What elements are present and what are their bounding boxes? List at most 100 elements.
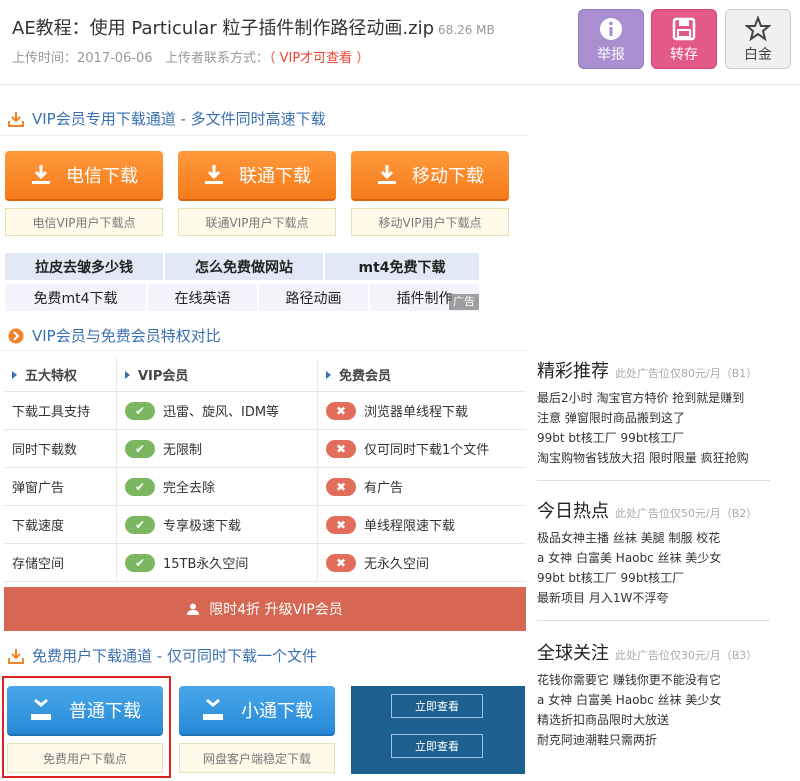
- sidebar-title: 全球关注: [537, 643, 609, 664]
- table-row: 下载工具支持 ✔ 迅雷、旋风、IDM等 ✖ 浏览器单线程下载: [4, 392, 526, 430]
- floppy-disk-icon: [672, 17, 696, 41]
- sidebar-heading: 今日热点 此处广告位仅50元/月（B2）: [537, 497, 767, 523]
- download-tray-icon: [8, 111, 24, 127]
- sidebar-block-hot: 今日热点 此处广告位仅50元/月（B2） 极品女神主播 丝袜 美腿 制服 校花 a…: [537, 497, 767, 608]
- upgrade-vip-button[interactable]: 限时4折 升级VIP会员: [4, 587, 526, 631]
- feature-cell: 下载速度: [4, 506, 117, 543]
- ad-tag-link[interactable]: 在线英语: [147, 283, 258, 312]
- file-title: AE教程：使用 Particular 粒子插件制作路径动画.zip 68.26 M…: [12, 14, 495, 40]
- free-cell: 有广告: [364, 481, 404, 496]
- user-icon: [187, 603, 200, 615]
- sidebar-ad-note: 此处广告位仅30元/月（B3）: [615, 649, 758, 662]
- download-icon: [378, 165, 396, 184]
- feature-cell: 存储空间: [4, 544, 117, 581]
- upload-time: 上传时间：2017-06-06: [12, 51, 153, 66]
- sidebar-link[interactable]: 淘宝购物省钱放大招 限时限量 疯狂抢购: [537, 448, 767, 468]
- sidebar-link[interactable]: 花钱你需要它 赚钱你更不能没有它: [537, 670, 767, 690]
- check-icon: ✔: [125, 401, 155, 420]
- mobile-download-note: 移动VIP用户下载点: [351, 208, 509, 236]
- save-button[interactable]: 转存: [651, 9, 717, 69]
- file-meta: 上传时间：2017-06-06 上传者联系方式：（ VIP才可查看 ）: [12, 47, 369, 66]
- sidebar-link[interactable]: 最新项目 月入1W不浮夸: [537, 588, 767, 608]
- telecom-download-button[interactable]: 电信下载: [5, 151, 163, 201]
- feature-cell: 同时下载数: [4, 430, 117, 467]
- sidebar-link[interactable]: 99bt bt核工厂 99bt核工厂: [537, 568, 767, 588]
- ad-tag-link[interactable]: 路径动画: [258, 283, 369, 312]
- triangle-icon: [12, 370, 17, 379]
- save-label: 转存: [670, 47, 698, 63]
- sidebar-heading: 全球关注 此处广告位仅30元/月（B3）: [537, 639, 767, 665]
- ad-tag-link[interactable]: 免费mt4下载: [4, 283, 147, 312]
- section-divider: [0, 135, 528, 136]
- gold-button[interactable]: 白金: [725, 9, 791, 69]
- gold-label: 白金: [744, 47, 772, 63]
- cross-icon: ✖: [326, 477, 356, 496]
- download-icon: [203, 698, 223, 720]
- compare-table: 五大特权 VIP会员 免费会员 下载工具支持 ✔ 迅雷、旋风、IDM等 ✖ 浏览器单…: [4, 358, 526, 582]
- sidebar-link[interactable]: 注意 弹窗限时商品搬到这了: [537, 408, 767, 428]
- compare-section-title: VIP会员与免费会员特权对比: [8, 325, 221, 346]
- file-name: AE教程：使用 Particular 粒子插件制作路径动画.zip: [12, 18, 434, 39]
- sidebar-title: 今日热点: [537, 501, 609, 522]
- view-now-button[interactable]: 立即查看: [391, 734, 483, 758]
- telecom-download-note: 电信VIP用户下载点: [5, 208, 163, 236]
- download-icon: [32, 165, 50, 184]
- sidebar-link[interactable]: 99bt bt核工厂 99bt核工厂: [537, 428, 767, 448]
- download-icon: [205, 165, 223, 184]
- sidebar-link[interactable]: a 女神 白富美 Haobc 丝袜 美少女: [537, 690, 767, 710]
- sidebar-link[interactable]: 耐克阿迪潮鞋只需两折: [537, 730, 767, 750]
- sidebar-link[interactable]: a 女神 白富美 Haobc 丝袜 美少女: [537, 548, 767, 568]
- sidebar-heading: 精彩推荐 此处广告位仅80元/月（B1）: [537, 357, 767, 383]
- table-row: 弹窗广告 ✔ 完全去除 ✖ 有广告: [4, 468, 526, 506]
- vip-cell: 15TB永久空间: [163, 557, 249, 572]
- ad-banner[interactable]: 立即查看 立即查看: [351, 686, 525, 774]
- free-cell: 单线程限速下载: [364, 519, 456, 534]
- free-section-title: 免费用户下载通道 - 仅可同时下载一个文件: [8, 645, 317, 666]
- xiaotong-download-label: 小通下载: [241, 701, 313, 722]
- download-tray-icon: [8, 648, 24, 664]
- check-icon: ✔: [125, 477, 155, 496]
- col-header: 五大特权: [25, 369, 78, 384]
- sidebar-link[interactable]: 极品女神主播 丝袜 美腿 制服 校花: [537, 528, 767, 548]
- vip-section-text: VIP会员专用下载通道 - 多文件同时高速下载: [32, 110, 326, 128]
- sidebar-link[interactable]: 精选折扣商品限时大放送: [537, 710, 767, 730]
- mobile-download-button[interactable]: 移动下载: [351, 151, 509, 201]
- free-cell: 无永久空间: [364, 557, 430, 572]
- table-row: 下载速度 ✔ 专享极速下载 ✖ 单线程限速下载: [4, 506, 526, 544]
- check-icon: ✔: [125, 553, 155, 572]
- ad-tag-link[interactable]: mt4免费下载: [324, 252, 480, 281]
- table-row: 同时下载数 ✔ 无限制 ✖ 仅可同时下载1个文件: [4, 430, 526, 468]
- sidebar-ad-note: 此处广告位仅80元/月（B1）: [615, 367, 758, 380]
- table-row: 存储空间 ✔ 15TB永久空间 ✖ 无永久空间: [4, 544, 526, 582]
- sidebar-block-global: 全球关注 此处广告位仅30元/月（B3） 花钱你需要它 赚钱你更不能没有它 a 女…: [537, 639, 767, 750]
- header-divider: [0, 84, 800, 85]
- feature-cell: 下载工具支持: [4, 392, 117, 429]
- col-header: VIP会员: [138, 369, 189, 384]
- feature-cell: 弹窗广告: [4, 468, 117, 505]
- star-icon: [745, 16, 771, 42]
- arrow-circle-icon: [8, 328, 24, 343]
- compare-section-text: VIP会员与免费会员特权对比: [32, 327, 221, 345]
- xiaotong-download-button[interactable]: 小通下载: [179, 686, 335, 736]
- ad-tag-link[interactable]: 怎么免费做网站: [164, 252, 324, 281]
- unicom-download-note: 联通VIP用户下载点: [178, 208, 336, 236]
- sidebar-link[interactable]: 最后2小时 淘宝官方特价 抢到就是赚到: [537, 388, 767, 408]
- cross-icon: ✖: [326, 401, 356, 420]
- vip-cell: 迅雷、旋风、IDM等: [163, 405, 280, 420]
- triangle-icon: [326, 370, 331, 379]
- highlight-box: [2, 676, 171, 778]
- sidebar-divider: [537, 620, 770, 621]
- cross-icon: ✖: [326, 439, 356, 458]
- report-button[interactable]: 举报: [578, 9, 644, 69]
- view-now-button[interactable]: 立即查看: [391, 694, 483, 718]
- unicom-download-button[interactable]: 联通下载: [178, 151, 336, 201]
- vip-section-title: VIP会员专用下载通道 - 多文件同时高速下载: [8, 108, 326, 129]
- sidebar-title: 精彩推荐: [537, 361, 609, 382]
- triangle-icon: [125, 370, 130, 379]
- file-size: 68.26 MB: [438, 23, 495, 37]
- contact-label: 上传者联系方式：: [164, 51, 269, 66]
- vip-cell: 专享极速下载: [163, 519, 242, 534]
- free-cell: 仅可同时下载1个文件: [364, 443, 490, 458]
- ad-tag-link[interactable]: 拉皮去皱多少钱: [4, 252, 164, 281]
- free-section-text: 免费用户下载通道 - 仅可同时下载一个文件: [32, 647, 317, 665]
